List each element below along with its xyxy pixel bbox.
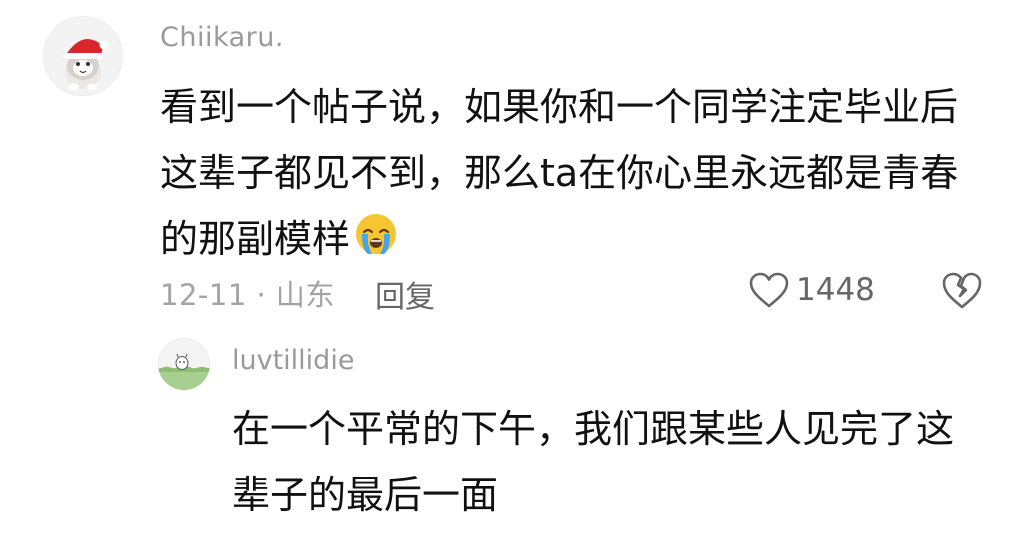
comment-text-line: 看到一个帖子说，如果你和一个同学注定毕业后: [160, 85, 959, 129]
reply-text-line: 在一个平常的下午，我们跟某些人见完了这: [232, 407, 955, 451]
comment-username[interactable]: Chiikaru.: [160, 22, 284, 53]
avatar[interactable]: [43, 16, 123, 96]
dislike-button[interactable]: [940, 268, 984, 312]
like-count: 1448: [796, 272, 875, 308]
reply-text: 在一个平常的下午，我们跟某些人见完了这 辈子的最后一面: [232, 396, 992, 528]
comment-text: 看到一个帖子说，如果你和一个同学注定毕业后 这辈子都见不到，那么ta在你心里永远…: [160, 74, 980, 272]
reply-avatar[interactable]: [158, 338, 210, 390]
comment-text-line: 这辈子都见不到，那么ta在你心里永远都是青春: [160, 151, 959, 195]
heart-outline-icon: [749, 272, 789, 308]
comment-thread: Chiikaru. 看到一个帖子说，如果你和一个同学注定毕业后 这辈子都见不到，…: [0, 0, 1024, 534]
reply-button[interactable]: 回复: [375, 272, 435, 316]
crying-face-emoji-icon: [356, 214, 397, 254]
grass-creature-avatar-icon: [158, 353, 210, 390]
reply-username[interactable]: luvtillidie: [232, 345, 354, 376]
broken-heart-icon: [942, 272, 982, 309]
santa-hat-cat-avatar-icon: [63, 38, 109, 91]
reply-text-line: 辈子的最后一面: [232, 473, 499, 517]
comment-meta: 12-11 · 山东: [160, 272, 335, 312]
comment-text-line: 的那副模样: [160, 206, 980, 272]
date-location: 12-11 · 山东: [160, 278, 335, 312]
like-button[interactable]: 1448: [748, 268, 875, 312]
comment-text-line-text: 的那副模样: [160, 217, 351, 261]
